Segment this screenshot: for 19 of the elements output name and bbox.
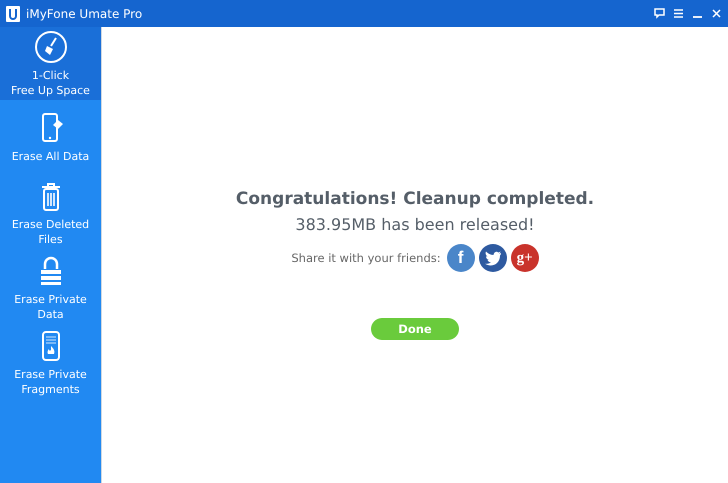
twitter-button[interactable] [478, 244, 507, 272]
facebook-button[interactable]: f [446, 244, 475, 272]
sidebar-item[interactable]: Erase Private Fragments [0, 325, 101, 400]
menu-icon[interactable] [673, 8, 684, 19]
share-label: Share it with your friends: [291, 251, 441, 265]
google-plus-button[interactable]: g+ [510, 244, 539, 272]
done-button[interactable]: Done [371, 318, 459, 340]
sidebar-item[interactable]: Erase All Data [0, 100, 101, 175]
success-heading: Congratulations! Cleanup completed. [236, 189, 594, 209]
sidebar-item[interactable]: 1-Click Free Up Space [0, 27, 101, 100]
app-logo-icon [6, 6, 20, 22]
close-icon[interactable] [711, 8, 722, 19]
sidebar-item[interactable]: Erase Deleted Files [0, 175, 101, 250]
feedback-icon[interactable] [654, 8, 665, 19]
sidebar-item[interactable]: Erase Private Data [0, 250, 101, 325]
released-size-text: 383.95MB has been released! [295, 215, 535, 234]
broom-icon [34, 30, 68, 64]
window-title: iMyFone Umate Pro [26, 6, 144, 20]
bird-icon [484, 250, 502, 266]
